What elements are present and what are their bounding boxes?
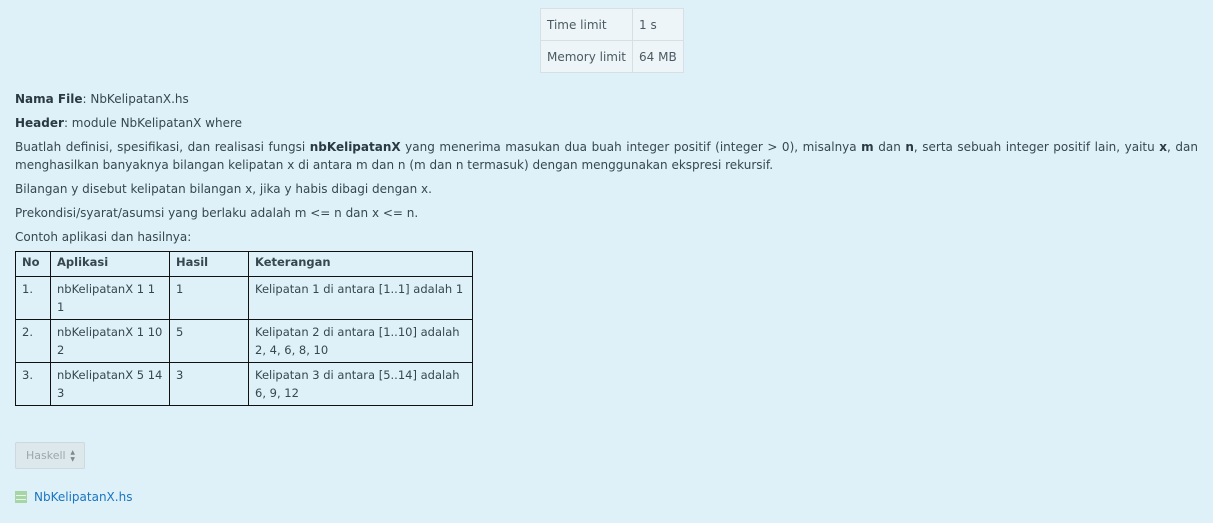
var-x: x: [1159, 140, 1168, 154]
table-row: 3. nbKelipatanX 5 14 3 3 Kelipatan 3 di …: [15, 362, 473, 406]
table-header-row: No Aplikasi Hasil Keterangan: [15, 251, 473, 277]
description: Buatlah definisi, spesifikasi, dan reali…: [15, 138, 1198, 174]
cell-no: 3.: [15, 362, 51, 406]
example-intro: Contoh aplikasi dan hasilnya:: [15, 230, 192, 244]
header-value: : module NbKelipatanX where: [63, 116, 243, 130]
header-no: No: [15, 251, 51, 277]
var-n: n: [905, 140, 914, 154]
header-keterangan: Keterangan: [248, 251, 473, 277]
definition: Bilangan y disebut kelipatan bilangan x,…: [15, 182, 432, 196]
cell-hasil: 1: [169, 276, 249, 320]
cell-aplikasi: nbKelipatanX 5 14 3: [50, 362, 170, 406]
memory-limit-row: Memory limit 64 MB: [539, 40, 684, 73]
time-limit-value: 1 s: [632, 8, 684, 41]
time-limit-row: Time limit 1 s: [539, 8, 684, 41]
file-icon: [15, 491, 27, 503]
desc-text: yang menerima masukan dua buah integer p…: [400, 140, 862, 154]
cell-aplikasi: nbKelipatanX 1 1 1: [50, 276, 170, 320]
up-down-arrows-icon: ▲ ▼: [70, 449, 75, 463]
cell-keterangan: Kelipatan 1 di antara [1..1] adalah 1: [248, 276, 473, 320]
header-label: Header: [15, 116, 64, 130]
cell-hasil: 5: [169, 319, 249, 363]
precondition: Prekondisi/syarat/asumsi yang berlaku ad…: [15, 206, 419, 220]
header-hasil: Hasil: [169, 251, 249, 277]
header-aplikasi: Aplikasi: [50, 251, 170, 277]
file-name-label: Nama File: [15, 92, 83, 106]
memory-limit-value: 64 MB: [632, 40, 684, 73]
function-name: nbKelipatanX: [309, 140, 401, 154]
time-limit-label: Time limit: [539, 8, 634, 41]
cell-hasil: 3: [169, 362, 249, 406]
table-row: 2. nbKelipatanX 1 10 2 5 Kelipatan 2 di …: [15, 319, 473, 363]
file-download-link[interactable]: NbKelipatanX.hs: [34, 490, 132, 504]
cell-no: 2.: [15, 319, 51, 363]
cell-aplikasi: nbKelipatanX 1 10 2: [50, 319, 170, 363]
cell-no: 1.: [15, 276, 51, 320]
example-table: No Aplikasi Hasil Keterangan 1. nbKelipa…: [15, 251, 473, 406]
memory-limit-label: Memory limit: [539, 40, 634, 73]
file-name-line: Nama File: NbKelipatanX.hs: [15, 90, 189, 108]
var-m: m: [861, 140, 874, 154]
cell-keterangan: Kelipatan 3 di antara [5..14] adalah 6, …: [248, 362, 473, 406]
limits-table: Time limit 1 s Memory limit 64 MB: [539, 8, 684, 73]
desc-text: Buatlah definisi, spesifikasi, dan reali…: [15, 140, 310, 154]
language-select[interactable]: Haskell ▲ ▼: [15, 442, 85, 469]
language-select-value: Haskell: [26, 449, 66, 462]
desc-text: dan: [873, 140, 906, 154]
file-attachment: NbKelipatanX.hs: [15, 489, 132, 505]
file-name-value: : NbKelipatanX.hs: [82, 92, 189, 106]
cell-keterangan: Kelipatan 2 di antara [1..10] adalah 2, …: [248, 319, 473, 363]
header-line: Header: module NbKelipatanX where: [15, 114, 242, 132]
table-row: 1. nbKelipatanX 1 1 1 1 Kelipatan 1 di a…: [15, 276, 473, 320]
desc-text: , serta sebuah integer positif lain, yai…: [913, 140, 1160, 154]
